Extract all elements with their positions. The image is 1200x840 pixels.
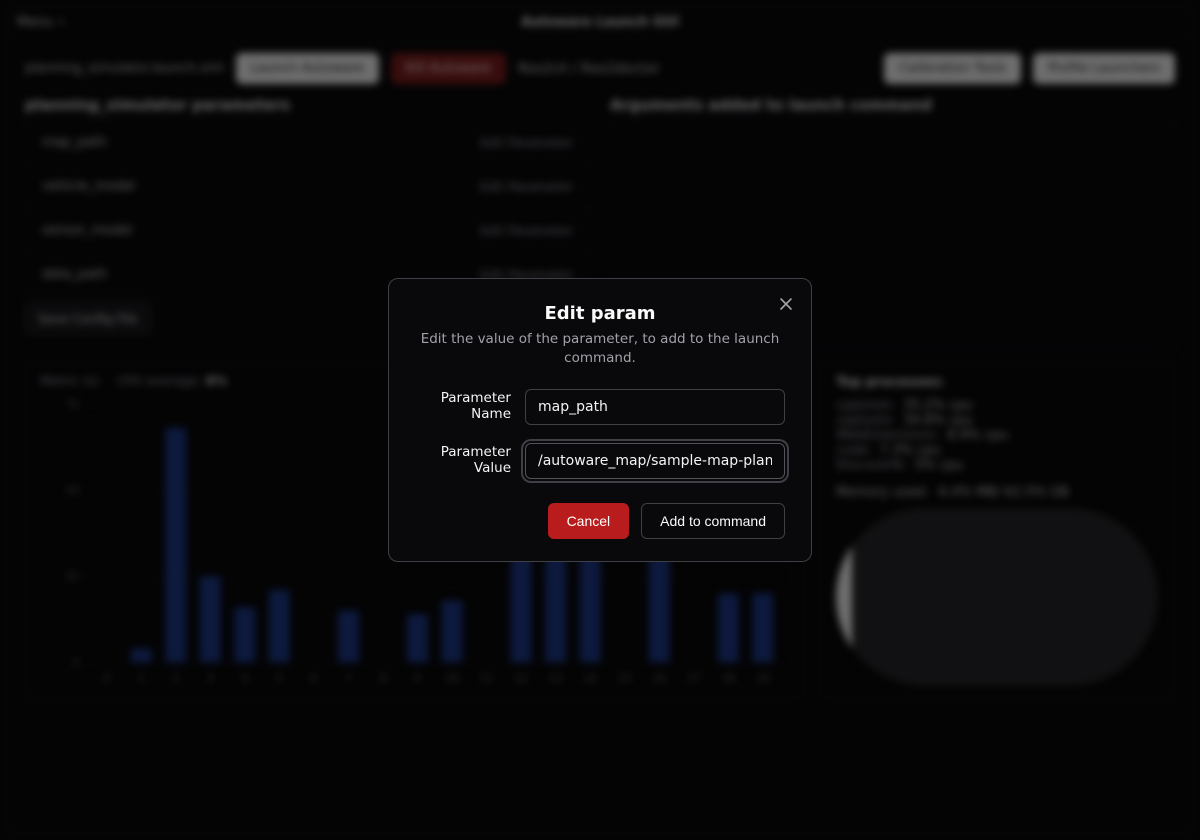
modal-title: Edit param [415, 303, 785, 324]
edit-param-dialog: Edit param Edit the value of the paramet… [388, 278, 812, 561]
param-value-input[interactable] [525, 443, 785, 479]
modal-overlay[interactable]: Edit param Edit the value of the paramet… [0, 0, 1200, 840]
add-to-command-button[interactable]: Add to command [641, 503, 785, 539]
close-button[interactable] [775, 293, 797, 315]
cancel-button[interactable]: Cancel [548, 503, 630, 539]
close-icon [779, 297, 793, 311]
param-value-label: Parameter Value [415, 445, 511, 476]
param-name-label: Parameter Name [415, 391, 511, 422]
modal-description: Edit the value of the parameter, to add … [415, 330, 785, 366]
param-name-input[interactable] [525, 389, 785, 425]
